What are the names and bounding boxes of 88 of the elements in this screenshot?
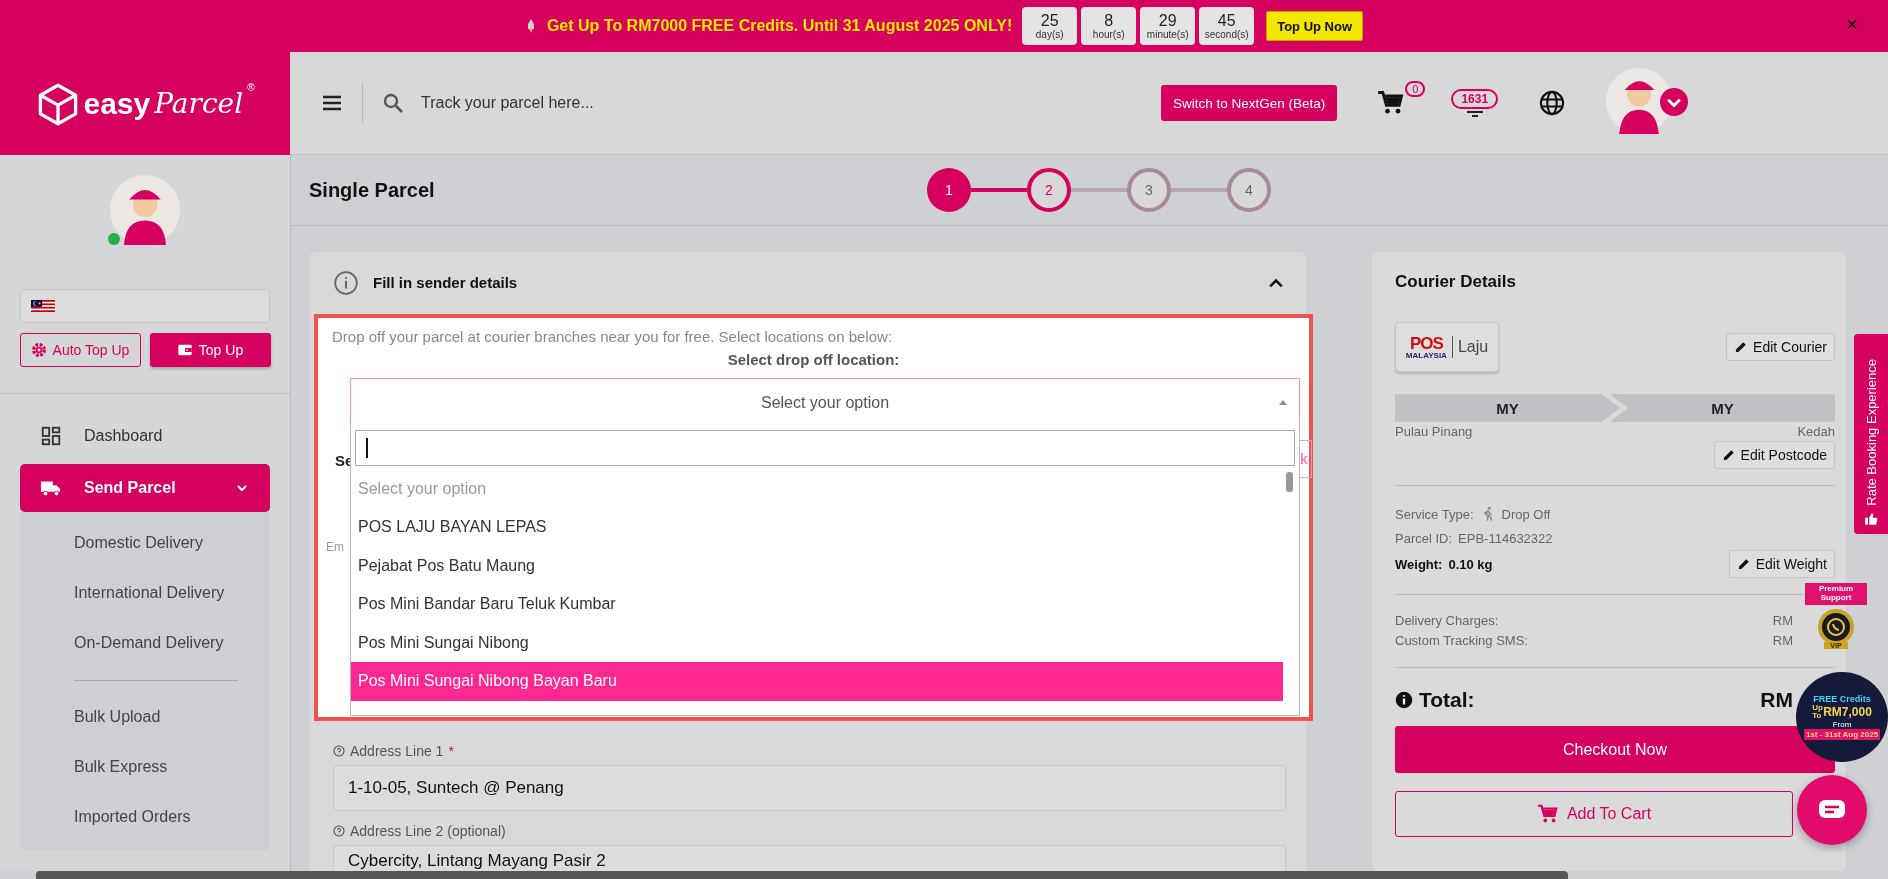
origin-country-bar: MY: [1395, 394, 1620, 422]
dropdown-option[interactable]: Pos Mini Sungai Nibong Bayan Baru: [351, 662, 1283, 701]
pencil-icon: [1721, 448, 1736, 462]
promo-message: Get Up To RM7000 FREE Credits. Until 31 August 2025 ONLY!: [546, 17, 1013, 35]
horizontal-scrollbar[interactable]: [36, 871, 1568, 879]
wallet-icon: [176, 342, 193, 358]
auto-top-up-button[interactable]: Auto Top Up: [19, 333, 141, 367]
dropdown-option[interactable]: Pos Mini Bandar Baru Teluk Kumbar: [351, 585, 1283, 624]
countdown-box: 29 minute(s): [1140, 7, 1196, 45]
dropdown-option[interactable]: Pejabat Pos Batu Maung: [351, 546, 1283, 586]
info-label: Service Type:: [1395, 506, 1474, 522]
field-label: Address Line 1: [350, 743, 444, 759]
help-icon: [333, 825, 345, 837]
search-icon: [381, 91, 405, 115]
info-label: Parcel ID:: [1395, 530, 1453, 546]
step-circle: 3: [1127, 168, 1171, 212]
submenu-item[interactable]: Imported Orders: [20, 792, 270, 842]
required-mark: *: [448, 743, 454, 759]
edit-postcode-button[interactable]: Edit Postcode: [1713, 441, 1835, 469]
thumbs-up-icon: [1864, 512, 1878, 526]
rate-booking-tab[interactable]: Rate Booking Experience: [1854, 334, 1888, 534]
info-label: Weight:: [1395, 556, 1443, 572]
total-label: Total:: [1419, 688, 1475, 712]
cart-count-badge: 0: [1405, 81, 1426, 97]
charge-value: RM: [1772, 632, 1793, 650]
top-up-button[interactable]: Top Up: [149, 333, 271, 367]
add-to-cart-button[interactable]: Add To Cart: [1395, 791, 1793, 837]
dropdown-option[interactable]: Pos Mini Sungai Nibong: [351, 623, 1283, 663]
search-input[interactable]: Track your parcel here...: [419, 93, 1023, 113]
dropoff-label: Select drop off location:: [726, 350, 901, 368]
bell-base-icon: [1464, 111, 1485, 117]
notification-count-badge[interactable]: 1631: [1451, 89, 1499, 109]
total-value: RM: [1760, 688, 1793, 712]
section-title: Fill in sender details: [373, 274, 518, 292]
submenu-item[interactable]: Bulk Express: [20, 742, 270, 792]
step-circle: 1: [927, 168, 971, 212]
countdown-box: 25 day(s): [1022, 7, 1078, 45]
dropdown-option[interactable]: POS LAJU BAYAN LEPAS: [351, 508, 1283, 547]
info-value: EPB-114632322: [1458, 530, 1553, 546]
page-title: Single Parcel: [309, 178, 435, 202]
language-field[interactable]: [20, 289, 270, 323]
submenu-item[interactable]: On-Demand Delivery: [20, 618, 270, 668]
help-icon: [333, 745, 345, 757]
field-label: Address Line 2 (optional): [350, 823, 506, 839]
pencil-icon: [1734, 340, 1749, 354]
info-value: 0.10 kg: [1448, 556, 1493, 572]
destination-state: Kedah: [1797, 424, 1835, 439]
malaysia-flag-icon: [31, 299, 55, 313]
close-button[interactable]: ×: [1842, 13, 1862, 36]
caret-icon: [1279, 399, 1287, 405]
field-label: Em: [326, 539, 344, 554]
pencil-icon: [1736, 557, 1751, 571]
submenu-item[interactable]: Domestic Delivery: [20, 518, 270, 568]
info-icon: [333, 269, 359, 296]
chevron-down-icon[interactable]: [1660, 88, 1689, 116]
cart-icon: [1536, 803, 1559, 825]
edit-courier-button[interactable]: Edit Courier: [1726, 333, 1835, 361]
card-title: Courier Details: [1395, 272, 1517, 292]
destination-country-bar: MY: [1610, 394, 1835, 422]
dropdown-search-field[interactable]: [355, 429, 1295, 466]
switch-button[interactable]: Switch to NextGen (Beta): [1161, 85, 1338, 121]
nav-item[interactable]: Send Parcel: [20, 464, 270, 512]
countdown-box: 8 hour(s): [1081, 7, 1137, 45]
address-input[interactable]: 1-10-05, Suntech @ Penang: [333, 765, 1286, 811]
nav-item[interactable]: Dashboard: [20, 412, 270, 460]
countdown-box: 45 second(s): [1199, 7, 1255, 45]
cart-icon[interactable]: [1377, 89, 1406, 117]
submenu-item[interactable]: International Delivery: [20, 568, 270, 618]
scrollbar-thumb[interactable]: [1286, 471, 1293, 492]
charge-value: RM: [1772, 612, 1793, 630]
info-value: Drop Off: [1501, 506, 1551, 522]
gear-icon: [30, 342, 47, 358]
origin-state: Pulau Pinang: [1395, 424, 1473, 439]
info-icon: [1395, 691, 1413, 709]
dashboard-icon: [40, 425, 62, 447]
top-up-now-button[interactable]: Top Up Now: [1266, 11, 1364, 41]
globe-icon[interactable]: [1538, 89, 1567, 117]
dropoff-select[interactable]: Select your option: [350, 377, 1300, 428]
logo[interactable]: easyParcel®: [0, 52, 290, 155]
charge-label: Delivery Charges:: [1395, 612, 1499, 630]
avatar[interactable]: [1606, 68, 1673, 134]
address-input[interactable]: Cybercity, Lintang Mayang Pasir 2: [333, 845, 1286, 871]
charge-label: Custom Tracking SMS:: [1395, 632, 1528, 650]
edit-weight-button[interactable]: Edit Weight: [1728, 550, 1835, 578]
dropoff-note: Drop off your parcel at courier branches near you for free. Select locations on below:: [331, 326, 894, 345]
step-circle: 2: [1027, 168, 1071, 212]
avatar: [110, 175, 180, 245]
step-circle: 4: [1227, 168, 1271, 212]
